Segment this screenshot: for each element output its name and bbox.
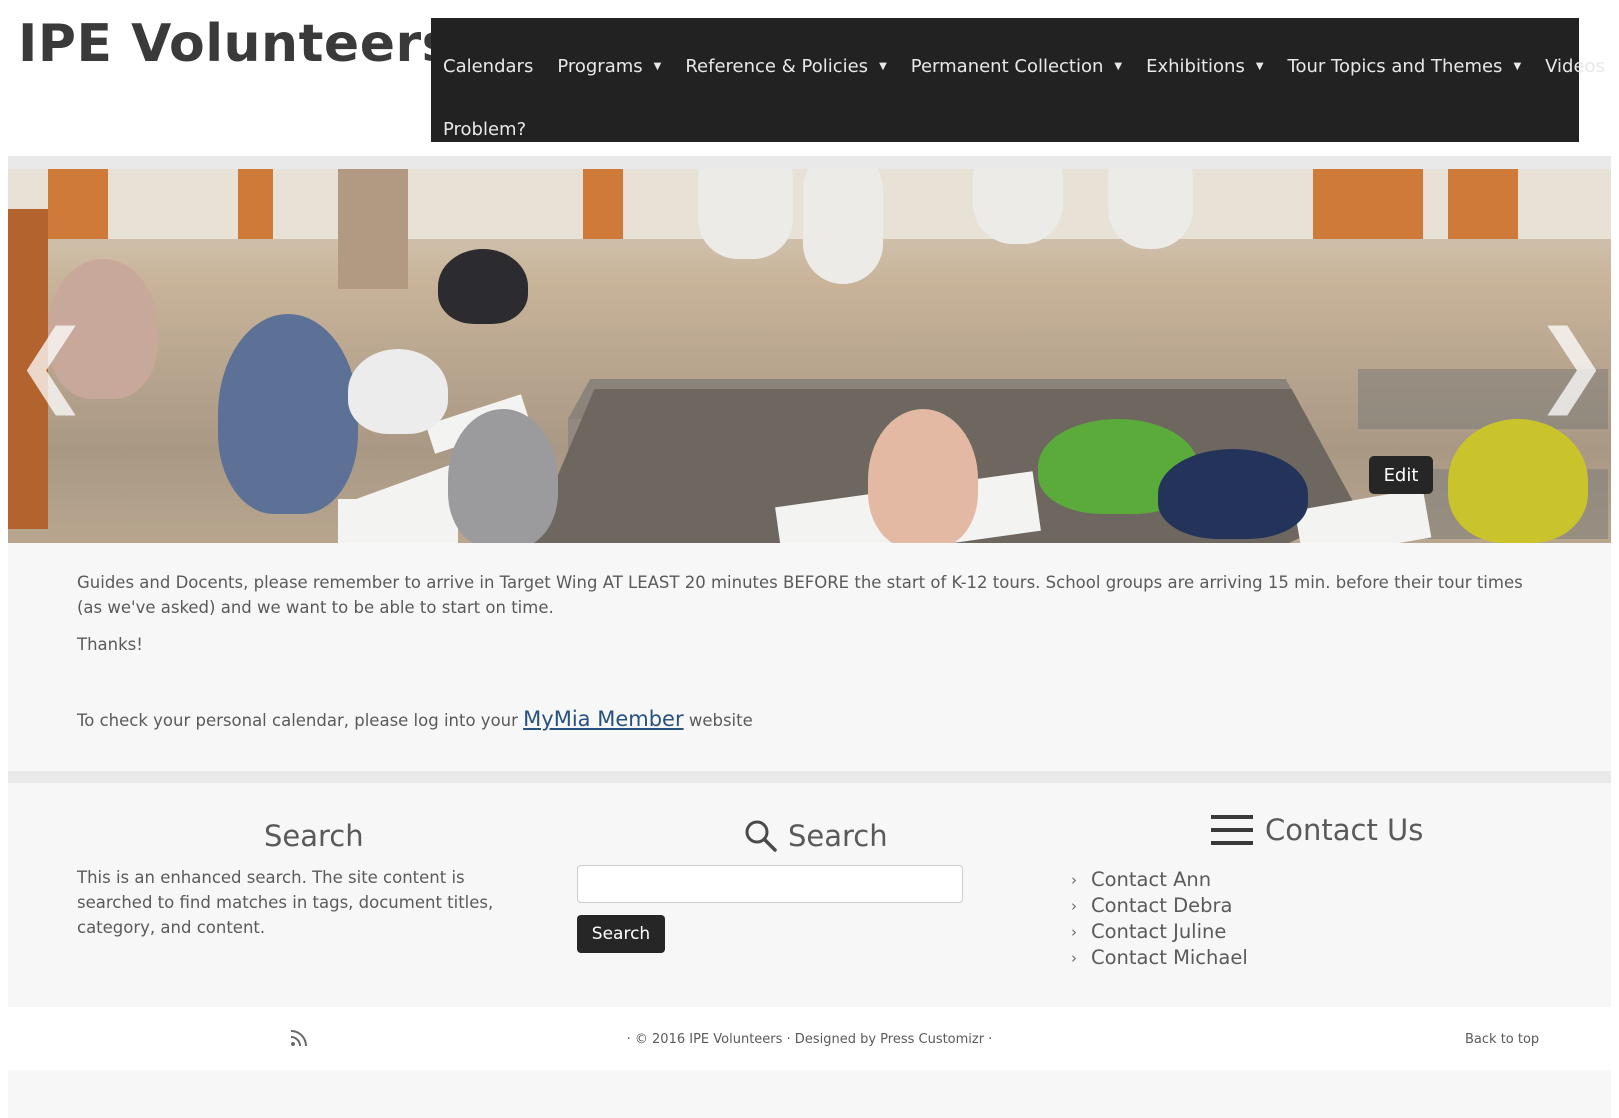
footer-widgets: Search This is an enhanced search. The s…: [8, 783, 1611, 1007]
child-figure: [218, 314, 358, 514]
statue-leg: [973, 169, 1063, 244]
wall-panel: [1448, 169, 1518, 239]
child-figure: [1158, 449, 1308, 539]
search-input[interactable]: [577, 865, 963, 903]
nav-item-reference-policies[interactable]: Reference & Policies ▼: [685, 56, 886, 77]
child-figure: [868, 409, 978, 543]
search-widget-title-text: Search: [788, 819, 888, 853]
child-figure: [438, 249, 528, 324]
thanks-paragraph: Thanks!: [77, 635, 143, 654]
search-widget-title: Search: [744, 819, 888, 853]
chevron-right-icon: ›: [1071, 923, 1077, 941]
chevron-right-icon: ›: [1071, 897, 1077, 915]
nav-label: Exhibitions: [1146, 55, 1245, 77]
nav-item-tour-topics[interactable]: Tour Topics and Themes ▼: [1288, 56, 1522, 77]
main-content: Guides and Docents, please remember to a…: [8, 543, 1611, 771]
contact-widget-title: Contact Us: [1211, 813, 1423, 847]
child-figure: [1448, 419, 1588, 543]
slider-prev-arrow[interactable]: ❮: [14, 319, 89, 409]
nav-item-permanent-collection[interactable]: Permanent Collection ▼: [911, 56, 1122, 77]
copyright-text: · © 2016 IPE Volunteers · Designed by Pr…: [626, 1032, 993, 1047]
search-info-text: This is an enhanced search. The site con…: [77, 868, 494, 937]
contact-label: Contact Juline: [1091, 920, 1227, 943]
slider-next-arrow[interactable]: ❯: [1534, 319, 1609, 409]
content-separator: [8, 771, 1611, 783]
pillar: [338, 169, 408, 289]
nav-label: Videos: [1545, 55, 1605, 77]
main-navbar: Calendars Programs ▼ Reference & Policies…: [431, 18, 1605, 144]
statue-leg: [803, 169, 883, 284]
contact-widget-title-text: Contact Us: [1265, 813, 1424, 847]
nav-row-1: Calendars Programs ▼ Reference & Policies…: [431, 51, 1617, 81]
notice-paragraph: Guides and Docents, please remember to a…: [77, 573, 1523, 617]
nav-label: Tour Topics and Themes: [1287, 55, 1503, 77]
caret-down-icon: ▼: [1513, 60, 1522, 72]
menu-icon: [1211, 815, 1253, 845]
page-bottom: [8, 1070, 1611, 1118]
contact-item-michael[interactable]: › Contact Michael: [1071, 945, 1248, 971]
caret-down-icon: ▼: [1114, 60, 1123, 72]
contact-item-ann[interactable]: › Contact Ann: [1071, 867, 1248, 893]
nav-label: Reference & Policies: [685, 55, 869, 77]
calendar-text-before: To check your personal calendar, please …: [77, 711, 524, 730]
colophon: · © 2016 IPE Volunteers · Designed by Pr…: [8, 1007, 1611, 1070]
nav-label: Problem?: [443, 118, 527, 140]
contact-label: Contact Debra: [1091, 894, 1233, 917]
wall-panel: [238, 169, 273, 239]
calendar-text-after: website: [683, 711, 753, 730]
wall-panel: [1313, 169, 1423, 239]
caret-down-icon: ▼: [653, 60, 662, 72]
chevron-right-icon: ›: [1071, 949, 1077, 967]
nav-row-2: Problem?: [431, 114, 538, 144]
nav-item-calendars[interactable]: Calendars: [443, 56, 533, 77]
contact-label: Contact Michael: [1091, 946, 1248, 969]
nav-label: Calendars: [443, 55, 534, 77]
nav-item-videos[interactable]: Videos: [1545, 56, 1605, 77]
nav-label: Programs: [557, 55, 643, 77]
nav-label: Permanent Collection: [910, 55, 1104, 77]
statue-leg: [698, 169, 793, 259]
caret-down-icon: ▼: [879, 60, 887, 72]
header-separator: [8, 156, 1611, 169]
calendar-paragraph: To check your personal calendar, please …: [77, 707, 753, 733]
contact-list: › Contact Ann › Contact Debra › Contact Jul…: [1071, 867, 1248, 971]
nav-item-programs[interactable]: Programs ▼: [557, 56, 661, 77]
mymia-member-link[interactable]: MyMia Member: [523, 707, 683, 731]
edit-slider-button[interactable]: Edit: [1369, 456, 1433, 494]
back-to-top-link[interactable]: Back to top: [1465, 1032, 1539, 1047]
search-button[interactable]: Search: [577, 915, 665, 953]
contact-item-debra[interactable]: › Contact Debra: [1071, 893, 1248, 919]
drawing-paper: [338, 499, 458, 543]
caret-down-icon: ▼: [1255, 60, 1264, 72]
wall-panel: [583, 169, 623, 239]
wall-panel: [48, 169, 108, 239]
contact-item-juline[interactable]: › Contact Juline: [1071, 919, 1248, 945]
contact-label: Contact Ann: [1091, 868, 1212, 891]
child-figure: [348, 349, 448, 434]
nav-item-exhibitions[interactable]: Exhibitions ▼: [1146, 56, 1263, 77]
search-info-title: Search: [264, 819, 364, 853]
nav-item-problem[interactable]: Problem?: [443, 119, 526, 140]
statue-leg: [1108, 169, 1193, 249]
site-title[interactable]: IPE Volunteers: [18, 14, 453, 74]
child-figure: [448, 409, 558, 543]
chevron-right-icon: ›: [1071, 871, 1077, 889]
search-icon: [745, 820, 777, 852]
